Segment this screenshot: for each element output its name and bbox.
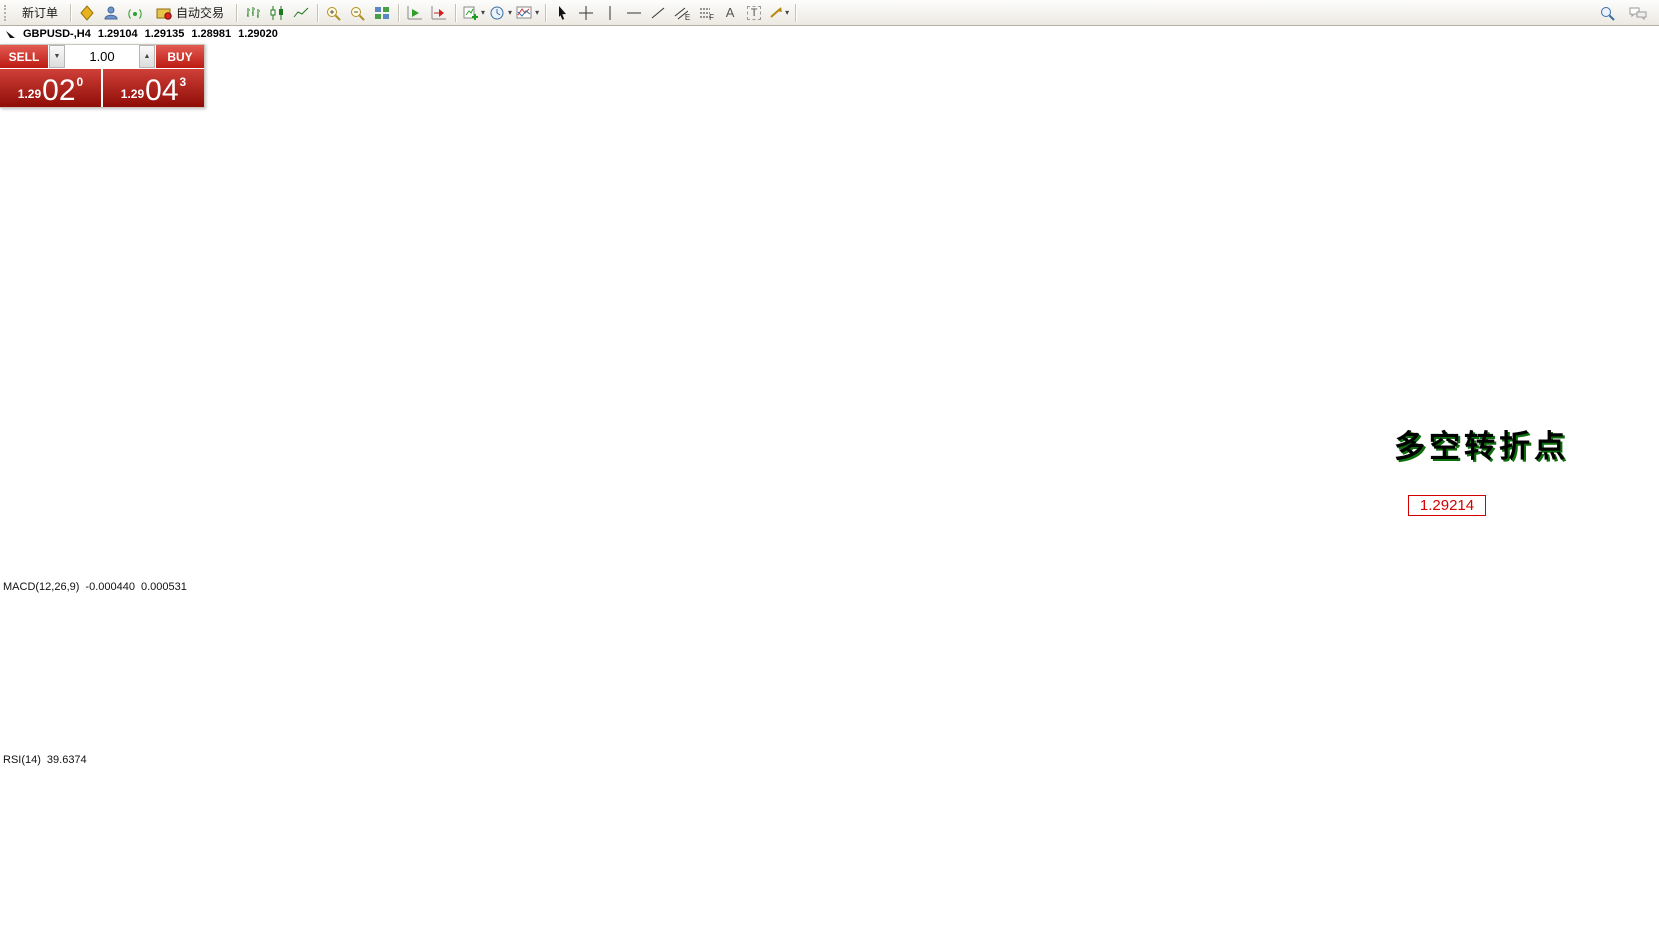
tile-windows-icon[interactable] [370,3,394,23]
channel-glyph: E [685,13,690,22]
arrow-shape-icon [768,5,784,21]
rsi-value: 39.6374 [47,754,87,766]
autotrading-icon [155,5,173,21]
search-icon[interactable] [1596,3,1620,23]
arrows-button[interactable]: ▾ [766,3,791,23]
chevron-down-icon: ▾ [785,8,789,17]
chart-canvas[interactable] [0,0,1659,947]
symbol-low: 1.28981 [191,28,231,40]
chevron-down-icon: ▾ [508,8,512,17]
profiles-button[interactable]: ▾ [487,3,514,23]
equidistant-channel-icon[interactable]: E [670,3,694,23]
symbol-open: 1.29104 [98,28,138,40]
line-chart-icon[interactable] [289,3,313,23]
buy-price-display[interactable]: 1.29 04 3 [103,69,204,107]
indicators-button[interactable]: ▾ [514,3,541,23]
community-icon[interactable] [99,3,123,23]
horizontal-line-icon[interactable] [622,3,646,23]
buy-button[interactable]: BUY [156,45,204,68]
volume-decrease-button[interactable]: ▼ [49,45,65,68]
macd-main-value: -0.000440 [85,581,135,593]
candlestick-chart-icon[interactable] [265,3,289,23]
price-callout-box[interactable]: 1.29214 [1408,495,1486,516]
symbol-high: 1.29135 [145,28,185,40]
zoom-in-icon[interactable] [322,3,346,23]
signals-icon[interactable] [123,3,147,23]
crosshair-icon[interactable] [574,3,598,23]
fibonacci-glyph: F [709,13,714,22]
text-icon[interactable]: A [718,3,742,23]
macd-signal-value: 0.000531 [141,581,187,593]
volume-increase-button[interactable]: ▲ [139,45,155,68]
chart-shift-icon[interactable] [427,3,451,23]
volume-control: ▼ ▲ [48,45,156,68]
zoom-out-icon[interactable] [346,3,370,23]
buy-price-pip: 3 [180,75,187,89]
fibonacci-icon[interactable]: F [694,3,718,23]
toolbar-separator [795,4,796,22]
sell-price-display[interactable]: 1.29 02 0 [0,69,103,107]
new-chart-icon [462,5,480,21]
toolbar-separator [398,4,399,22]
sell-price-main: 02 [42,77,75,105]
symbol-icon [6,30,16,39]
rsi-name: RSI(14) [3,754,41,766]
sell-price-pip: 0 [77,75,84,89]
new-chart-button[interactable]: ▾ [460,3,487,23]
rsi-label: RSI(14) 39.6374 [3,754,87,766]
chevron-down-icon: ▾ [481,8,485,17]
autotrading-button[interactable]: 自动交易 [147,3,232,23]
symbol-info: GBPUSD-,H4 1.29104 1.29135 1.28981 1.290… [6,28,278,40]
chevron-down-icon: ▾ [535,8,539,17]
symbol-close: 1.29020 [238,28,278,40]
trendline-icon[interactable] [646,3,670,23]
sell-button[interactable]: SELL [0,45,48,68]
metaeditor-icon[interactable] [75,3,99,23]
profiles-icon [489,5,507,21]
toolbar: 新订单 自动交易 ▾ ▾ [0,0,1659,26]
toolbar-separator [317,4,318,22]
macd-name: MACD(12,26,9) [3,581,79,593]
toolbar-separator [236,4,237,22]
autotrading-label: 自动交易 [176,4,224,21]
toolbar-separator [70,4,71,22]
buy-price-main: 04 [145,77,178,105]
macd-label: MACD(12,26,9) -0.000440 0.000531 [3,581,187,593]
label-glyph: T [747,6,762,20]
auto-scroll-icon[interactable] [403,3,427,23]
text-label-icon[interactable]: T [742,3,766,23]
toolbar-grip [4,5,11,21]
new-order-button[interactable]: 新订单 [14,3,66,23]
volume-input[interactable] [65,48,139,65]
symbol-title: GBPUSD-,H4 [23,28,91,40]
indicators-icon [516,5,534,21]
toolbar-separator [545,4,546,22]
vertical-line-icon[interactable] [598,3,622,23]
buy-price-base: 1.29 [121,87,144,101]
bar-chart-icon[interactable] [241,3,265,23]
cursor-icon[interactable] [550,3,574,23]
sell-price-base: 1.29 [18,87,41,101]
one-click-trading-panel: SELL ▼ ▲ BUY 1.29 02 0 1.29 04 3 [0,44,205,108]
toolbar-separator [455,4,456,22]
annotation-text: 多空转折点 [1394,421,1569,466]
chat-icon[interactable] [1626,3,1650,23]
